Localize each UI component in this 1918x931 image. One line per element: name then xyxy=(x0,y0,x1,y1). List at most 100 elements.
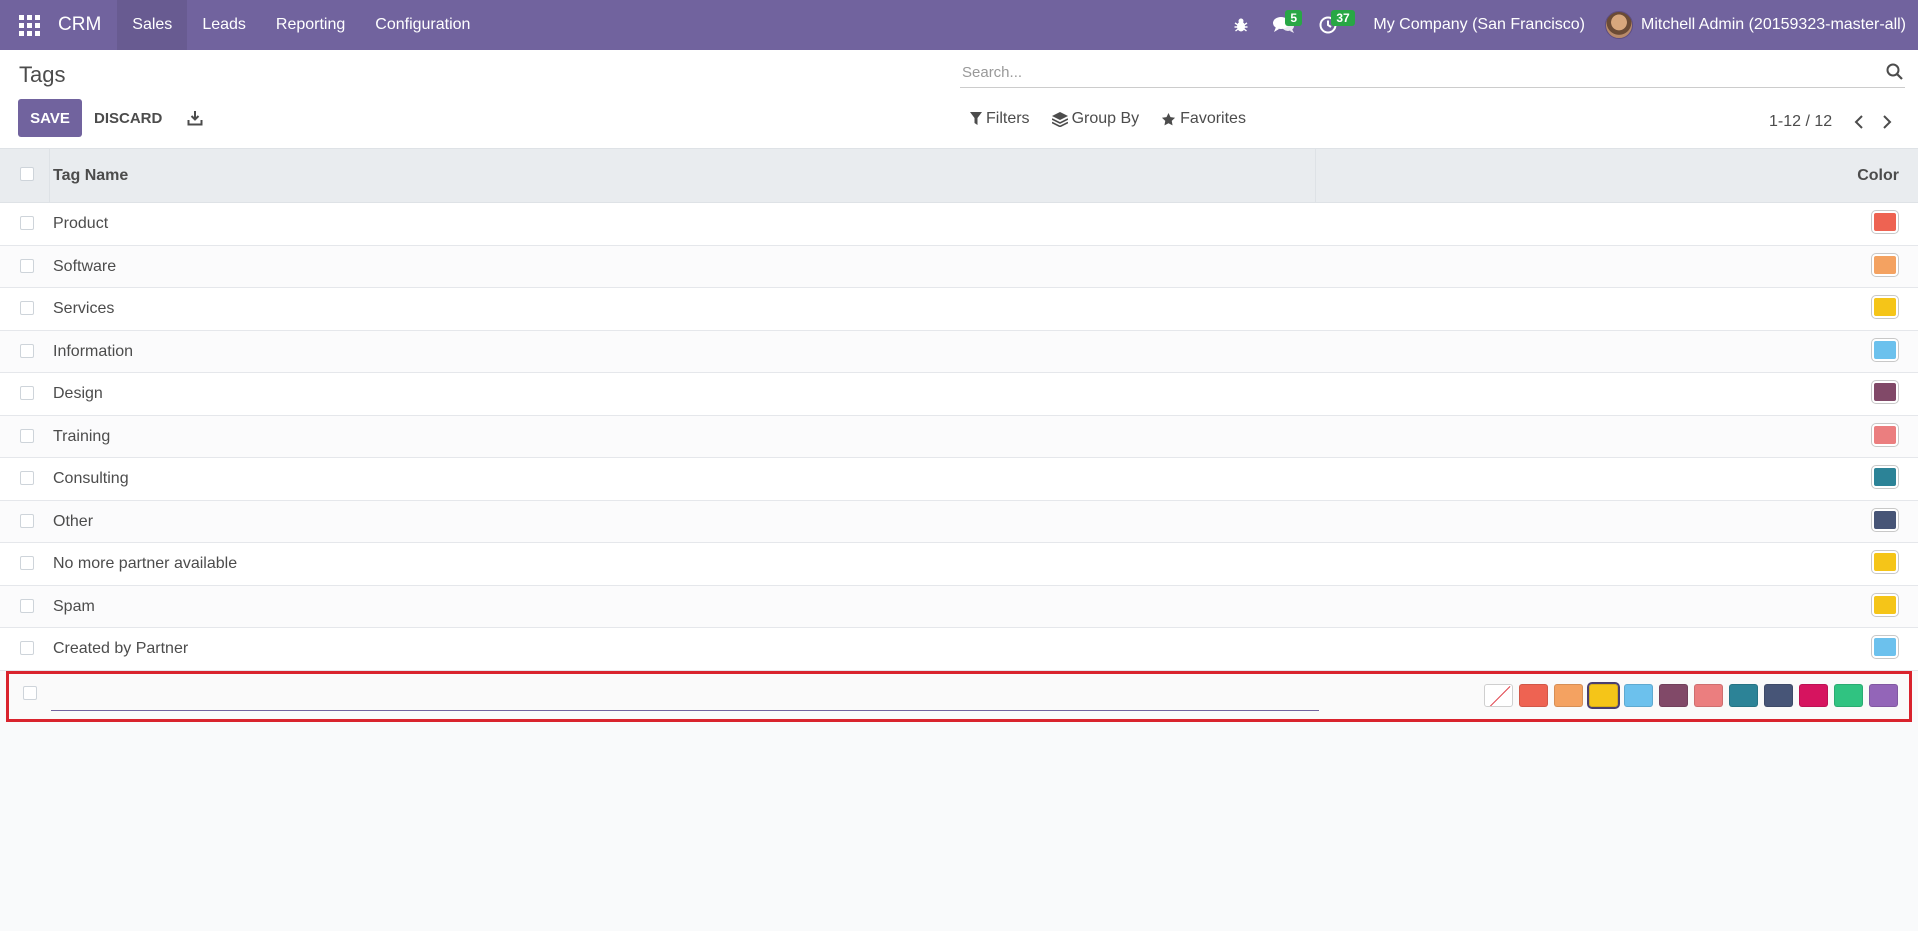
filter-icon xyxy=(970,112,982,125)
activities-button[interactable]: 37 xyxy=(1307,0,1363,50)
color-option[interactable] xyxy=(1729,684,1758,707)
table-row[interactable]: Product xyxy=(0,203,1918,246)
tag-name-cell: Other xyxy=(53,512,94,530)
tag-name-cell: Consulting xyxy=(53,470,129,487)
empty-area xyxy=(0,722,1918,931)
download-icon[interactable] xyxy=(183,106,207,130)
pager-next-button[interactable] xyxy=(1874,110,1900,134)
color-swatch xyxy=(1872,551,1898,573)
row-checkbox[interactable] xyxy=(20,471,34,485)
favorites-dropdown[interactable]: Favorites xyxy=(1161,110,1246,128)
menu-sales[interactable]: Sales xyxy=(117,0,188,50)
table-row[interactable]: Created by Partner xyxy=(0,628,1918,671)
color-swatch xyxy=(1872,296,1898,318)
group-by-dropdown[interactable]: Group By xyxy=(1051,110,1140,128)
row-checkbox[interactable] xyxy=(20,598,34,613)
row-checkbox[interactable] xyxy=(20,428,34,443)
tag-name-cell: Spam xyxy=(53,597,95,615)
table-row[interactable]: Design xyxy=(0,373,1918,416)
tag-name-cell: Created by Partner xyxy=(53,640,189,657)
app-brand[interactable]: CRM xyxy=(58,14,117,36)
tag-name-cell: Training xyxy=(53,427,111,445)
top-navbar: CRM Sales Leads Reporting Configuration … xyxy=(0,0,1918,50)
row-checkbox[interactable] xyxy=(20,258,34,273)
header-select-cell xyxy=(0,149,50,203)
column-header-tag-name[interactable]: Tag Name xyxy=(53,167,128,185)
color-swatch xyxy=(1872,636,1898,658)
search-icon[interactable] xyxy=(1885,62,1905,82)
save-button[interactable]: SAVE xyxy=(18,99,82,137)
column-header-color[interactable]: Color xyxy=(1857,167,1899,185)
row-checkbox[interactable] xyxy=(20,641,34,655)
row-checkbox[interactable] xyxy=(20,513,34,528)
color-option[interactable] xyxy=(1659,684,1688,707)
color-palette xyxy=(1484,682,1898,709)
list-body: Product Software Services Information Design… xyxy=(0,203,1918,671)
row-checkbox[interactable] xyxy=(23,686,37,700)
row-checkbox[interactable] xyxy=(20,386,34,400)
tag-name-input[interactable] xyxy=(51,682,1319,710)
filters-label: Filters xyxy=(986,110,1030,127)
color-swatch xyxy=(1872,381,1898,403)
chevron-left-icon xyxy=(1854,115,1863,129)
color-option[interactable] xyxy=(1554,684,1583,707)
apps-menu-icon[interactable] xyxy=(0,0,58,50)
color-option[interactable] xyxy=(1799,684,1828,707)
new-record-row[interactable] xyxy=(6,671,1912,722)
row-checkbox[interactable] xyxy=(20,556,34,570)
avatar xyxy=(1605,11,1633,39)
color-swatch xyxy=(1872,508,1898,531)
favorites-label: Favorites xyxy=(1180,110,1246,127)
row-checkbox[interactable] xyxy=(20,216,34,230)
color-option[interactable] xyxy=(1694,684,1723,707)
table-row[interactable]: Consulting xyxy=(0,458,1918,501)
discard-button[interactable]: DISCARD xyxy=(90,99,166,137)
color-option[interactable] xyxy=(1587,682,1620,709)
column-divider[interactable] xyxy=(1315,149,1316,203)
company-switcher[interactable]: My Company (San Francisco) xyxy=(1363,16,1597,34)
menu-reporting[interactable]: Reporting xyxy=(261,0,360,50)
tag-name-cell: Software xyxy=(53,257,117,275)
table-row[interactable]: Information xyxy=(0,330,1918,373)
chevron-right-icon xyxy=(1883,115,1892,129)
control-panel: Tags SAVE DISCARD Filters Group By Favor… xyxy=(0,50,1918,149)
list-header: Tag Name Color xyxy=(0,149,1918,203)
no-color-option[interactable] xyxy=(1484,684,1513,707)
search-box xyxy=(960,58,1905,88)
user-name: Mitchell Admin (20159323-master-all) xyxy=(1641,16,1906,33)
debug-bug-icon[interactable] xyxy=(1221,0,1261,50)
table-row[interactable]: Other xyxy=(0,500,1918,543)
color-option[interactable] xyxy=(1834,684,1863,707)
pager-value[interactable]: 1-12 / 12 xyxy=(1769,113,1832,131)
table-row[interactable]: Software xyxy=(0,245,1918,288)
table-row[interactable]: Spam xyxy=(0,585,1918,628)
tag-name-cell: Product xyxy=(53,215,109,232)
color-swatch xyxy=(1872,253,1898,276)
color-option[interactable] xyxy=(1869,684,1898,707)
menu-configuration[interactable]: Configuration xyxy=(360,0,485,50)
color-option[interactable] xyxy=(1624,684,1653,707)
table-row[interactable]: No more partner available xyxy=(0,543,1918,586)
row-checkbox[interactable] xyxy=(20,343,34,358)
pager-previous-button[interactable] xyxy=(1846,110,1872,134)
table-row[interactable]: Services xyxy=(0,288,1918,331)
tag-name-cell: Design xyxy=(53,385,103,402)
layers-icon xyxy=(1051,111,1068,127)
filters-dropdown[interactable]: Filters xyxy=(970,110,1030,128)
select-all-checkbox[interactable] xyxy=(20,167,34,181)
tag-name-cell: Services xyxy=(53,300,115,317)
user-menu[interactable]: Mitchell Admin (20159323-master-all) xyxy=(1597,11,1918,39)
tags-list: Tag Name Color Product Software Services In… xyxy=(0,149,1918,671)
tag-name-cell: No more partner available xyxy=(53,555,238,572)
search-input[interactable] xyxy=(960,58,1905,86)
color-option[interactable] xyxy=(1764,684,1793,707)
table-row[interactable]: Training xyxy=(0,415,1918,458)
breadcrumb: Tags xyxy=(19,62,66,87)
group-by-label: Group By xyxy=(1071,110,1140,127)
search-options: Filters Group By Favorites xyxy=(970,110,1246,128)
tag-name-input-underline xyxy=(51,710,1319,711)
row-checkbox[interactable] xyxy=(20,301,34,315)
messages-button[interactable]: 5 xyxy=(1261,0,1307,50)
color-option[interactable] xyxy=(1519,684,1548,707)
menu-leads[interactable]: Leads xyxy=(187,0,261,50)
